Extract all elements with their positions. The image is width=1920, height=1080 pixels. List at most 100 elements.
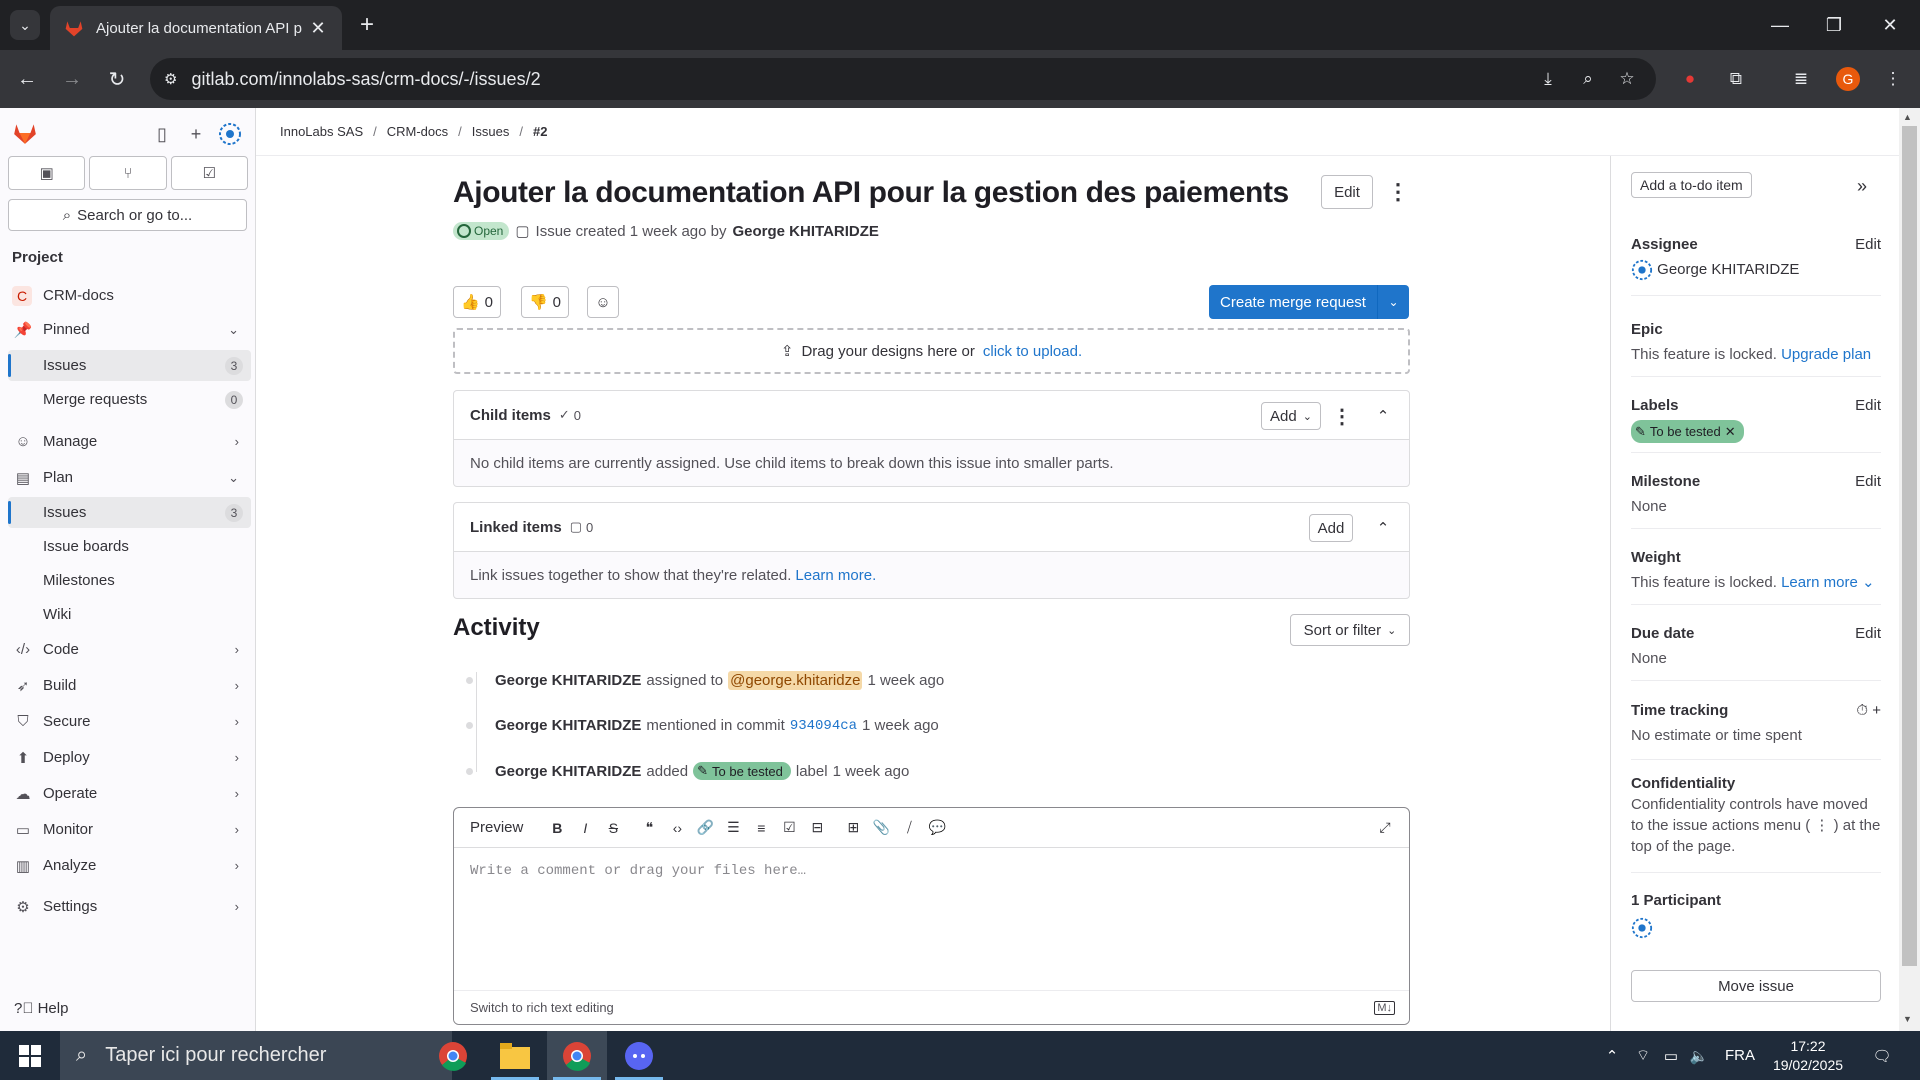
sidebar-item-secure[interactable]: ⛉ Secure › <box>8 706 251 737</box>
strikethrough-icon[interactable]: S <box>599 820 627 836</box>
collapse-chevron-up-icon[interactable]: ⌃ <box>1370 515 1396 541</box>
collapse-sidebar-icon[interactable]: » <box>1857 176 1867 197</box>
restore-icon[interactable]: ❐ <box>1809 0 1859 50</box>
click-to-upload-link[interactable]: click to upload. <box>983 343 1082 360</box>
assignee-name[interactable]: George KHITARIDZE <box>1657 261 1799 278</box>
code-icon[interactable]: ‹› <box>663 820 691 836</box>
remove-label-icon[interactable]: ✕ <box>1725 421 1736 442</box>
quote-icon[interactable]: ❝ <box>635 819 663 836</box>
tab-list-button[interactable]: ⌄ <box>10 10 40 40</box>
chevron-down-icon[interactable]: ⌄ <box>1862 574 1875 591</box>
sidebar-item-merge-requests[interactable]: Merge requests 0 <box>8 384 251 415</box>
label-badge[interactable]: ✎ To be tested <box>693 762 791 780</box>
site-info-icon[interactable]: ⚙ <box>164 70 177 88</box>
comment-template-icon[interactable]: 💬 <box>923 819 951 836</box>
stopwatch-icon[interactable]: ⏱ <box>1856 702 1868 719</box>
milestone-edit-button[interactable]: Edit <box>1855 473 1881 490</box>
collapse-chevron-up-icon[interactable]: ⌃ <box>1370 403 1396 429</box>
author-link[interactable]: George KHITARIDZE <box>733 223 879 240</box>
learn-more-link[interactable]: Learn more <box>1781 574 1858 591</box>
taskbar-search[interactable]: ⌕ Taper ici pour rechercher <box>60 1031 452 1080</box>
sidebar-item-operate[interactable]: ☁ Operate › <box>8 778 251 809</box>
assignee-edit-button[interactable]: Edit <box>1855 236 1881 253</box>
attach-file-icon[interactable]: 📎 <box>867 819 895 836</box>
minimize-icon[interactable]: — <box>1755 0 1805 50</box>
table-icon[interactable]: ⊞ <box>839 819 867 836</box>
sidebar-item-wiki[interactable]: Wiki <box>8 599 251 630</box>
sidebar-item-settings[interactable]: ⚙ Settings › <box>8 891 251 922</box>
label-badge[interactable]: ✎ To be tested ✕ <box>1631 420 1744 443</box>
preview-tab[interactable]: Preview <box>470 819 523 836</box>
chevron-down-icon[interactable]: ⌄ <box>1377 285 1409 319</box>
sidebar-item-manage[interactable]: ☺ Manage › <box>8 426 251 457</box>
show-hidden-icons[interactable]: ⌃ <box>1600 1031 1624 1080</box>
fullscreen-icon[interactable]: ⤢ <box>1371 819 1399 836</box>
comment-textarea[interactable] <box>454 849 1409 989</box>
add-todo-button[interactable]: Add a to-do item <box>1631 172 1752 198</box>
back-icon[interactable]: ← <box>12 64 42 94</box>
file-explorer-taskbar-icon[interactable] <box>485 1031 545 1080</box>
sidebar-item-pinned-issues[interactable]: Issues 3 <box>8 350 251 381</box>
italic-icon[interactable]: I <box>571 820 599 836</box>
thumbs-down-button[interactable]: 👎 0 <box>521 286 569 318</box>
chrome-active-taskbar-icon[interactable] <box>547 1031 607 1080</box>
sidebar-project-link[interactable]: C CRM-docs <box>8 280 251 311</box>
add-reaction-button[interactable]: ☺ <box>587 286 619 318</box>
scroll-down-icon[interactable]: ▼ <box>1903 1014 1912 1024</box>
discord-taskbar-icon[interactable] <box>609 1031 669 1080</box>
reload-icon[interactable]: ↻ <box>102 64 132 94</box>
sidebar-item-build[interactable]: ➶ Build › <box>8 670 251 701</box>
page-scrollbar[interactable]: ▲ ▼ <box>1899 108 1920 1031</box>
scrollbar-thumb[interactable] <box>1902 126 1917 966</box>
chrome-taskbar-icon[interactable] <box>423 1031 483 1080</box>
child-items-more-icon[interactable]: ⋮ <box>1329 403 1355 429</box>
close-tab-icon[interactable]: ✕ <box>308 18 328 39</box>
note-author[interactable]: George KHITARIDZE <box>495 763 641 780</box>
sidebar-pinned-toggle[interactable]: 📌 Pinned ⌄ <box>8 314 251 345</box>
close-window-icon[interactable]: ✕ <box>1865 0 1915 50</box>
bookmark-star-icon[interactable]: ☆ <box>1612 64 1642 94</box>
extensions-icon[interactable]: ⧉ <box>1721 64 1751 94</box>
task-list-icon[interactable]: ☑ <box>775 819 803 836</box>
design-dropzone[interactable]: ⇪ Drag your designs here or click to upl… <box>453 328 1410 374</box>
note-author[interactable]: George KHITARIDZE <box>495 717 641 734</box>
sidebar-item-milestones[interactable]: Milestones <box>8 565 251 596</box>
user-mention[interactable]: @george.khitaridze <box>728 671 863 690</box>
browser-menu-icon[interactable]: ⋮ <box>1878 64 1908 94</box>
breadcrumb-item[interactable]: CRM-docs <box>387 124 448 139</box>
sidebar-item-issue-boards[interactable]: Issue boards <box>8 531 251 562</box>
issue-actions-menu-icon[interactable]: ⋮ <box>1384 178 1412 206</box>
battery-icon[interactable]: ▭ <box>1658 1031 1684 1080</box>
add-child-button[interactable]: Add ⌄ <box>1261 402 1321 430</box>
profile-avatar[interactable]: G <box>1836 67 1860 91</box>
breadcrumb-current[interactable]: #2 <box>533 124 547 139</box>
participant-avatar-icon[interactable] <box>1631 917 1653 939</box>
learn-more-link[interactable]: Learn more. <box>795 567 876 584</box>
help-button[interactable]: ?⃝ Help <box>14 1000 68 1017</box>
extension-red-icon[interactable]: ● <box>1675 64 1705 94</box>
edit-issue-button[interactable]: Edit <box>1321 175 1373 209</box>
bullet-list-icon[interactable]: ☰ <box>719 819 747 836</box>
move-issue-button[interactable]: Move issue <box>1631 970 1881 1002</box>
sidebar-item-plan-issues[interactable]: Issues 3 <box>8 497 251 528</box>
language-indicator[interactable]: FRA <box>1720 1031 1760 1080</box>
volume-icon[interactable]: 🔈 <box>1686 1031 1712 1080</box>
notifications-icon[interactable]: 🗨 <box>1862 1031 1902 1080</box>
media-control-icon[interactable]: ≣ <box>1786 64 1816 94</box>
breadcrumb-item[interactable]: InnoLabs SAS <box>280 124 363 139</box>
gitlab-logo-icon[interactable] <box>12 120 38 146</box>
collapsible-icon[interactable]: ⊟ <box>803 819 831 836</box>
commit-link[interactable]: 934094ca <box>790 718 857 734</box>
todo-list-button[interactable]: ☑ <box>170 156 248 190</box>
sort-filter-dropdown[interactable]: Sort or filter ⌄ <box>1290 614 1410 646</box>
slash-command-icon[interactable]: ⧸ <box>895 819 923 836</box>
switch-rich-text-link[interactable]: Switch to rich text editing <box>470 1000 614 1015</box>
breadcrumb-item[interactable]: Issues <box>472 124 510 139</box>
clock[interactable]: 17:22 19/02/2025 <box>1768 1031 1848 1080</box>
sidebar-item-monitor[interactable]: ▭ Monitor › <box>8 814 251 845</box>
new-tab-button[interactable]: + <box>352 10 382 40</box>
due-date-edit-button[interactable]: Edit <box>1855 625 1881 642</box>
add-time-icon[interactable]: + <box>1872 702 1881 719</box>
merge-requests-button[interactable]: ⑂ <box>89 156 167 190</box>
browser-tab[interactable]: Ajouter la documentation API p ✕ <box>50 6 342 50</box>
